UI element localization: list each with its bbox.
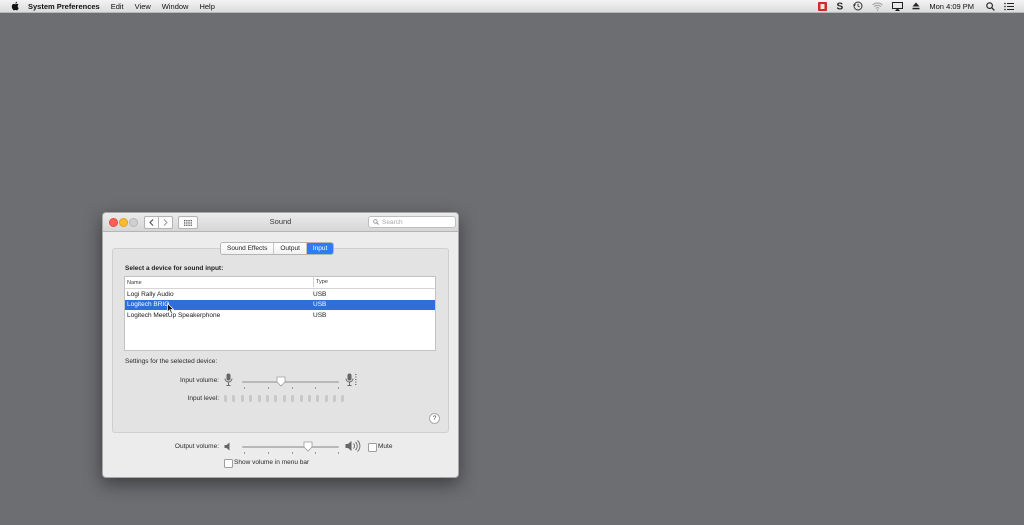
- menu-clock[interactable]: Mon 4:09 PM: [929, 2, 974, 11]
- show-volume-label: Show volume in menu bar: [234, 459, 310, 466]
- input-level-segment: [299, 395, 303, 402]
- input-level-segment: [224, 395, 227, 402]
- input-volume-label: Input volume:: [179, 377, 219, 384]
- minimize-button[interactable]: [119, 218, 128, 227]
- show-all-button[interactable]: [178, 216, 198, 229]
- output-volume-slider[interactable]: [242, 446, 339, 448]
- input-level-segment: [316, 395, 320, 402]
- output-volume-label: Output volume:: [174, 443, 219, 450]
- menu-window[interactable]: Window: [162, 2, 189, 11]
- forward-button[interactable]: [158, 216, 173, 229]
- input-level-meter: [224, 395, 350, 402]
- table-header: Name Type: [125, 277, 435, 289]
- microphone-low-icon: [224, 373, 233, 386]
- back-button[interactable]: [144, 216, 158, 229]
- menu-app-name[interactable]: System Preferences: [28, 2, 100, 11]
- input-level-segment: [274, 395, 278, 402]
- device-type: USB: [313, 301, 327, 308]
- menu-bar: System Preferences Edit View Window Help…: [0, 0, 1024, 13]
- grid-icon: [184, 219, 192, 226]
- mute-checkbox[interactable]: [368, 443, 377, 452]
- input-level-segment: [333, 395, 337, 402]
- input-level-segment: [282, 395, 286, 402]
- input-level-label: Input level:: [187, 395, 219, 402]
- mute-label: Mute: [378, 443, 393, 450]
- chevron-right-icon: [163, 219, 168, 226]
- zoom-button[interactable]: [129, 218, 138, 227]
- window-titlebar[interactable]: Sound: [103, 213, 458, 232]
- column-header-name[interactable]: Name: [127, 280, 142, 286]
- skype-s-icon[interactable]: S: [836, 0, 844, 12]
- tab-bar: Sound Effects Output Input: [220, 242, 335, 255]
- svg-text:S: S: [837, 2, 844, 12]
- column-header-type[interactable]: Type: [313, 277, 328, 287]
- close-button[interactable]: [109, 218, 118, 227]
- menu-view[interactable]: View: [135, 2, 151, 11]
- red-app-icon[interactable]: [818, 0, 828, 12]
- chevron-left-icon: [149, 219, 154, 226]
- device-name: Logitech BRIO: [127, 301, 170, 308]
- apple-icon[interactable]: [10, 1, 20, 11]
- input-volume-slider[interactable]: [242, 381, 339, 383]
- device-name: Logi Rally Audio: [127, 290, 174, 298]
- input-level-segment: [232, 395, 236, 402]
- mouse-cursor-icon: [167, 303, 174, 314]
- eject-icon[interactable]: [912, 0, 920, 12]
- input-level-segment: [240, 395, 244, 402]
- search-field[interactable]: [368, 216, 456, 228]
- spotlight-search-icon[interactable]: [986, 0, 995, 12]
- speaker-low-icon: [224, 442, 230, 451]
- menu-help[interactable]: Help: [199, 2, 214, 11]
- input-level-segment: [307, 395, 311, 402]
- sound-preferences-window: Sound Sound Effects Output Input Select …: [102, 212, 459, 478]
- time-machine-icon[interactable]: [853, 0, 863, 12]
- tab-sound-effects[interactable]: Sound Effects: [221, 243, 275, 254]
- wifi-icon[interactable]: [872, 0, 884, 12]
- search-input[interactable]: [379, 217, 452, 227]
- input-level-segment: [265, 395, 269, 402]
- tab-input[interactable]: Input: [306, 243, 334, 254]
- input-level-segment: [249, 395, 253, 402]
- settings-selected-device-label: Settings for the selected device:: [125, 358, 218, 365]
- help-button[interactable]: ?: [429, 413, 440, 424]
- input-level-segment: [257, 395, 261, 402]
- output-volume-slider-knob[interactable]: [303, 441, 313, 452]
- table-row[interactable]: Logi Rally Audio USB: [125, 289, 435, 300]
- speaker-high-icon: [345, 440, 361, 452]
- microphone-high-icon: [345, 373, 357, 386]
- device-select-heading: Select a device for sound input:: [125, 265, 224, 272]
- device-type: USB: [313, 311, 327, 319]
- tab-output[interactable]: Output: [274, 243, 307, 254]
- airplay-icon[interactable]: [892, 0, 904, 12]
- input-volume-slider-knob[interactable]: [276, 376, 286, 387]
- input-level-segment: [324, 395, 328, 402]
- menu-edit[interactable]: Edit: [111, 2, 124, 11]
- notification-center-icon[interactable]: [1004, 0, 1014, 12]
- show-volume-checkbox[interactable]: [224, 459, 233, 468]
- device-type: USB: [313, 290, 327, 298]
- input-level-segment: [291, 395, 295, 402]
- input-level-segment: [341, 395, 345, 402]
